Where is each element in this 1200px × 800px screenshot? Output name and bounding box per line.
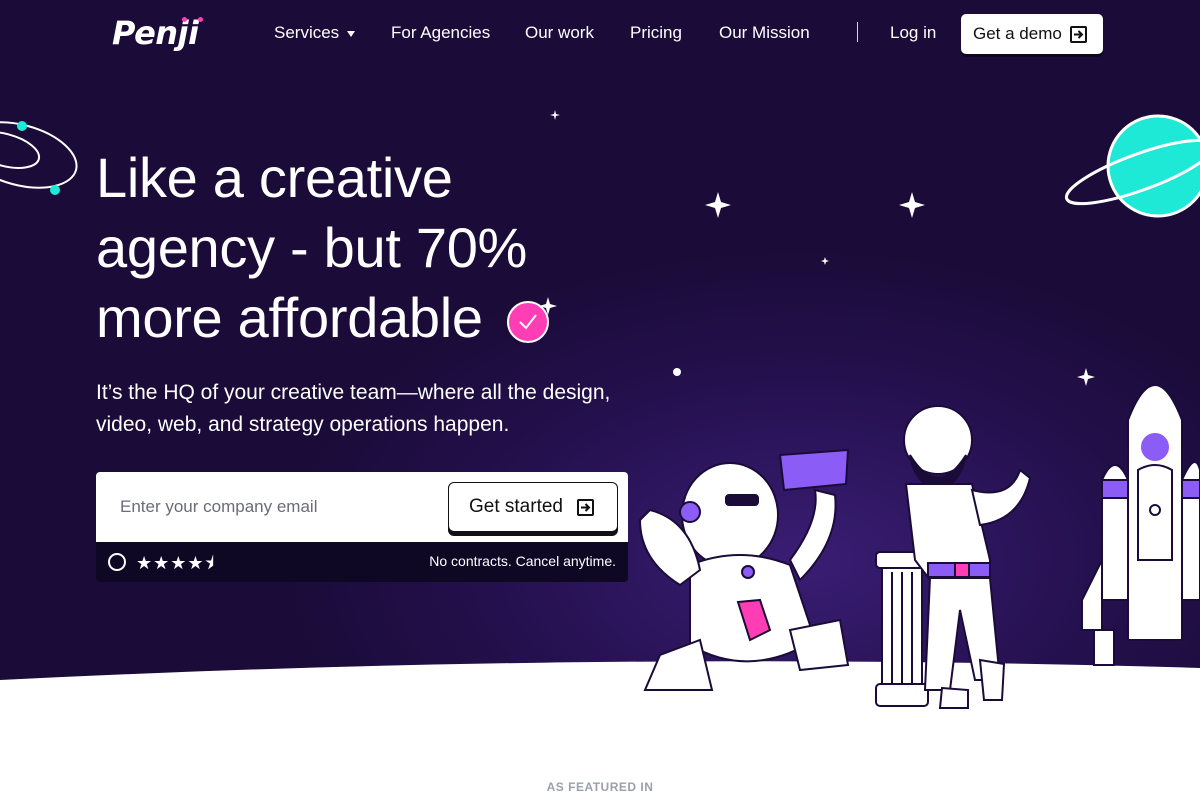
penji-logo[interactable]: Penji [112, 14, 203, 52]
arrow-right-box-icon [577, 499, 594, 516]
nav-our-mission[interactable]: Our Mission [719, 23, 810, 43]
company-email-input[interactable] [120, 494, 440, 520]
headline-line-2: agency - but 70% [96, 216, 528, 279]
get-started-button[interactable]: Get started [448, 482, 618, 532]
nav-pricing[interactable]: Pricing [630, 23, 682, 43]
nav-services[interactable]: Services [274, 23, 356, 43]
get-a-demo-button[interactable]: Get a demo [961, 14, 1103, 54]
logo-dot-icon [198, 17, 203, 22]
nav-divider [857, 22, 858, 42]
logo-dot-icon [182, 17, 187, 22]
hero-section: Penji Services For Agencies Our work Pri… [0, 0, 1200, 800]
as-featured-in-label: AS FEATURED IN [546, 780, 654, 794]
hero-subtext: It’s the HQ of your creative team—where … [96, 381, 611, 436]
pillar-illustration [875, 551, 929, 707]
headline-line-1: Like a creative [96, 146, 453, 209]
rocket-illustration [1081, 384, 1200, 666]
checkmark-badge-icon [506, 297, 557, 343]
top-navigation: Penji Services For Agencies Our work Pri… [0, 0, 1200, 66]
nav-our-work[interactable]: Our work [525, 23, 594, 43]
chevron-down-icon [347, 30, 356, 37]
get-a-demo-label: Get a demo [973, 24, 1062, 43]
planet-icon [1064, 114, 1200, 218]
bear-astronaut-illustration [638, 448, 850, 691]
rating-stars-icon: ★★★★⯨ [136, 553, 216, 573]
nav-services-label: Services [274, 23, 340, 42]
hero-headline: Like a creative agency - but 70% more af… [96, 143, 656, 353]
no-contracts-note: No contracts. Cancel anytime. [429, 553, 616, 569]
nav-for-agencies[interactable]: For Agencies [391, 23, 490, 43]
headline-line-3: more affordable [96, 283, 656, 353]
headline-line-3-text: more affordable [96, 286, 483, 349]
signup-footer: ★★★★⯨ No contracts. Cancel anytime. [96, 542, 628, 582]
arrow-right-box-icon [1070, 26, 1087, 43]
orbit-icon [0, 121, 78, 195]
get-started-label: Get started [469, 496, 563, 517]
login-link[interactable]: Log in [890, 23, 936, 43]
g2-logo-icon [108, 553, 126, 571]
